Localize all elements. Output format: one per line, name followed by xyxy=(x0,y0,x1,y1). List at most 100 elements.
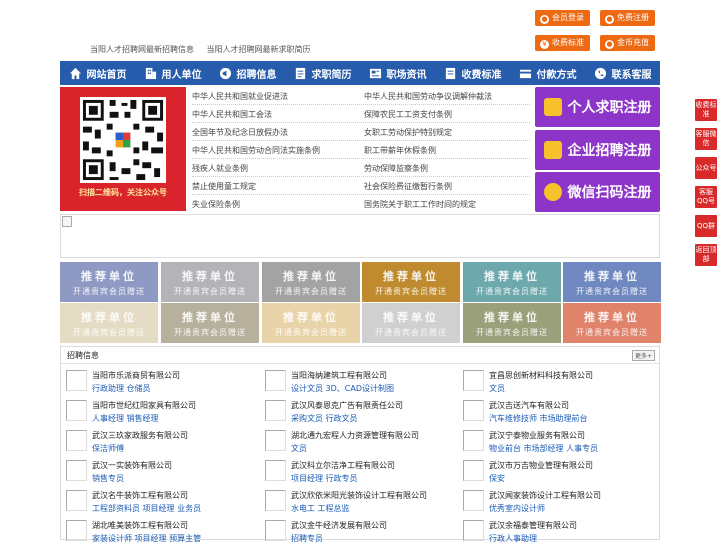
latest-jobs-link[interactable]: 当阳人才招聘网最新招聘信息 xyxy=(90,45,194,54)
job-positions[interactable]: 文员 xyxy=(291,443,307,454)
job-item[interactable]: 当阳市乐派商贸有限公司 行政助理 仓储员 xyxy=(61,367,257,395)
company-name[interactable]: 武汉名牛装饰工程有限公司 xyxy=(92,490,188,501)
more-link[interactable]: 更多+ xyxy=(631,350,655,361)
law-link[interactable]: 职工带薪年休假条例 xyxy=(364,145,436,156)
wechat-register-button[interactable]: 微信扫码注册 xyxy=(535,172,660,212)
law-link[interactable]: 失业保险条例 xyxy=(192,199,240,210)
job-positions[interactable]: 工程部资料员 项目经理 业务员 xyxy=(92,503,201,514)
company-name[interactable]: 武汉风泰恩克广告有限责任公司 xyxy=(291,400,403,411)
job-item[interactable]: 武汉市万吉物业管理有限公司 保安 xyxy=(458,457,654,485)
recommend-tile[interactable]: 推荐单位 开通贵宾会员赠送 xyxy=(262,262,360,302)
job-positions[interactable]: 设计文员 3D、CAD设计制图 xyxy=(291,383,394,394)
job-positions[interactable]: 保安 xyxy=(489,473,505,484)
recommend-tile[interactable]: 推荐单位 开通贵宾会员赠送 xyxy=(60,303,158,343)
side-item[interactable]: QQ群 xyxy=(695,215,717,237)
register-button[interactable]: ● 免费注册 xyxy=(600,10,655,26)
recommend-tile[interactable]: 推荐单位 开通贵宾会员赠送 xyxy=(161,303,259,343)
company-name[interactable]: 武汉闻家装饰设计工程有限公司 xyxy=(489,490,601,501)
recommend-tile[interactable]: 推荐单位 开通贵宾会员赠送 xyxy=(362,262,460,302)
company-name[interactable]: 武汉余福泰管理有限公司 xyxy=(489,520,577,531)
job-positions[interactable]: 招聘专员 xyxy=(291,533,323,544)
side-item[interactable]: 客服QQ号 xyxy=(695,186,717,208)
company-name[interactable]: 武汉市万吉物业管理有限公司 xyxy=(489,460,593,471)
job-positions[interactable]: 销售专员 xyxy=(92,473,124,484)
recommend-tile[interactable]: 推荐单位 开通贵宾会员赠送 xyxy=(563,262,661,302)
job-item[interactable]: 武汉金牛经济发展有限公司 招聘专员 xyxy=(260,517,456,545)
company-name[interactable]: 湖北唯美装饰工程有限公司 xyxy=(92,520,188,531)
login-button[interactable]: ● 会员登录 xyxy=(535,10,590,26)
job-positions[interactable]: 水电工 工程总监 xyxy=(291,503,350,514)
company-name[interactable]: 宜昌思创新材料科技有限公司 xyxy=(489,370,593,381)
job-positions[interactable]: 汽车维修技师 市场助理前台 xyxy=(489,413,588,424)
recommend-tile[interactable]: 推荐单位 开通贵宾会员赠送 xyxy=(161,262,259,302)
job-positions[interactable]: 家装设计师 项目经理 预算主管 xyxy=(92,533,201,544)
law-link[interactable]: 全国年节及纪念日放假办法 xyxy=(192,127,288,138)
job-item[interactable]: 湖北唯美装饰工程有限公司家装设计师 项目经理 预算主管 xyxy=(61,517,257,545)
nav-contact[interactable]: 联系客服 xyxy=(585,61,660,85)
job-positions[interactable]: 保洁师傅 xyxy=(92,443,124,454)
job-item[interactable]: 武汉余福泰管理有限公司 行政人事助理 xyxy=(458,517,654,545)
nav-resumes[interactable]: 求职简历 xyxy=(285,61,360,85)
recommend-tile[interactable]: 推荐单位 开通贵宾会员赠送 xyxy=(563,303,661,343)
job-item[interactable]: 武汉一实装饰有限公司 销售专员 xyxy=(61,457,257,485)
law-link[interactable]: 中华人民共和国就业促进法 xyxy=(192,91,288,102)
law-link[interactable]: 残疾人就业条例 xyxy=(192,163,248,174)
recommend-tile[interactable]: 推荐单位 开通贵宾会员赠送 xyxy=(463,262,561,302)
nav-home[interactable]: 网站首页 xyxy=(60,61,135,85)
job-item[interactable]: 武汉风泰恩克广告有限责任公司 采购文员 行政文员 xyxy=(260,397,456,425)
job-positions[interactable]: 行政助理 仓储员 xyxy=(92,383,151,394)
company-name[interactable]: 当阳市世纪红阳家具有限公司 xyxy=(92,400,196,411)
personal-register-button[interactable]: 个人求职注册 xyxy=(535,87,660,127)
nav-employers[interactable]: 用人单位 xyxy=(135,61,210,85)
recommend-tile[interactable]: 推荐单位 开通贵宾会员赠送 xyxy=(362,303,460,343)
law-link[interactable]: 保障农民工工资支付条例 xyxy=(364,109,452,120)
company-name[interactable]: 武汉吉送汽车有限公司 xyxy=(489,400,569,411)
law-link[interactable]: 女职工劳动保护特别规定 xyxy=(364,127,452,138)
nav-news[interactable]: 职场资讯 xyxy=(360,61,435,85)
law-link[interactable]: 中华人民共和国劳动争议调解仲裁法 xyxy=(364,91,492,102)
job-item[interactable]: 武汉三玖家政服务有限公司 保洁师傅 xyxy=(61,427,257,455)
job-positions[interactable]: 项目经理 行政专员 xyxy=(291,473,358,484)
job-item[interactable]: 武汉欣依米阳光装饰设计工程有限公司 水电工 工程总监 xyxy=(260,487,456,515)
law-link[interactable]: 劳动保障监察条例 xyxy=(364,163,428,174)
job-item[interactable]: 湖北通九宏程人力资源管理有限公司 文员 xyxy=(260,427,456,455)
job-positions[interactable]: 行政人事助理 xyxy=(489,533,537,544)
job-item[interactable]: 武汉科立尔洁净工程有限公司 项目经理 行政专员 xyxy=(260,457,456,485)
law-link[interactable]: 中华人民共和国工会法 xyxy=(192,109,272,120)
side-item[interactable]: 公众号 xyxy=(695,157,717,179)
company-name[interactable]: 当阳市乐派商贸有限公司 xyxy=(92,370,180,381)
nav-pricing[interactable]: 收费标准 xyxy=(435,61,510,85)
job-item[interactable]: 宜昌思创新材料科技有限公司 文员 xyxy=(458,367,654,395)
company-name[interactable]: 武汉欣依米阳光装饰设计工程有限公司 xyxy=(291,490,427,501)
recharge-button[interactable]: ● 金币充值 xyxy=(600,35,655,51)
side-item[interactable]: 客服微信 xyxy=(695,128,717,150)
law-link[interactable]: 禁止使用童工规定 xyxy=(192,181,256,192)
law-link[interactable]: 社会保险费征缴暂行条例 xyxy=(364,181,452,192)
nav-jobs[interactable]: 招聘信息 xyxy=(210,61,285,85)
company-name[interactable]: 武汉科立尔洁净工程有限公司 xyxy=(291,460,395,471)
law-link[interactable]: 中华人民共和国劳动合同法实施条例 xyxy=(192,145,320,156)
company-name[interactable]: 武汉一实装饰有限公司 xyxy=(92,460,172,471)
side-item[interactable]: 收费标准 xyxy=(695,99,717,121)
company-register-button[interactable]: 企业招聘注册 xyxy=(535,130,660,170)
side-item[interactable]: 返回顶部 xyxy=(695,244,717,266)
recommend-tile[interactable]: 推荐单位 开通贵宾会员赠送 xyxy=(463,303,561,343)
pricing-button[interactable]: ¥ 收费标准 xyxy=(535,35,590,51)
job-item[interactable]: 武汉吉送汽车有限公司汽车维修技师 市场助理前台 xyxy=(458,397,654,425)
nav-payment[interactable]: 付款方式 xyxy=(510,61,585,85)
company-name[interactable]: 湖北通九宏程人力资源管理有限公司 xyxy=(291,430,419,441)
job-item[interactable]: 当阳海纳建筑工程有限公司 设计文员 3D、CAD设计制图 xyxy=(260,367,456,395)
company-name[interactable]: 武汉宁泰物业服务有限公司 xyxy=(489,430,585,441)
job-positions[interactable]: 采购文员 行政文员 xyxy=(291,413,358,424)
latest-resumes-link[interactable]: 当阳人才招聘网最新求职简历 xyxy=(207,45,311,54)
company-name[interactable]: 武汉三玖家政服务有限公司 xyxy=(92,430,188,441)
job-positions[interactable]: 物业前台 市场部经理 人事专员 xyxy=(489,443,598,454)
job-item[interactable]: 武汉名牛装饰工程有限公司工程部资料员 项目经理 业务员 xyxy=(61,487,257,515)
job-positions[interactable]: 文员 xyxy=(489,383,505,394)
job-item[interactable]: 当阳市世纪红阳家具有限公司 人事经理 销售经理 xyxy=(61,397,257,425)
job-positions[interactable]: 优秀室内设计师 xyxy=(489,503,545,514)
company-name[interactable]: 当阳海纳建筑工程有限公司 xyxy=(291,370,387,381)
job-item[interactable]: 武汉宁泰物业服务有限公司物业前台 市场部经理 人事专员 xyxy=(458,427,654,455)
recommend-tile[interactable]: 推荐单位 开通贵宾会员赠送 xyxy=(262,303,360,343)
law-link[interactable]: 国务院关于职工工作时间的规定 xyxy=(364,199,476,210)
